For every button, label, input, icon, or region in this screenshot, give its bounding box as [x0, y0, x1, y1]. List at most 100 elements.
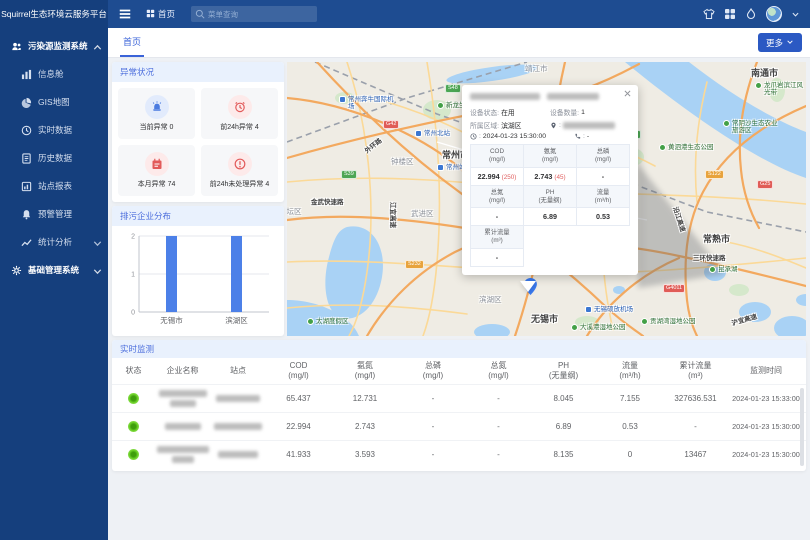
- layout-switch-icon[interactable]: [724, 8, 736, 20]
- bell-icon: [21, 209, 32, 220]
- status-dot-green: [128, 393, 139, 404]
- cell-value: -: [467, 422, 530, 431]
- panel-title-realtime: 实时监测: [112, 340, 806, 358]
- search-input[interactable]: [191, 6, 317, 22]
- chevron-down-icon[interactable]: [791, 10, 800, 19]
- table-row-2[interactable]: 41.9333.593--8.1350134672024-01-23 15:30…: [112, 440, 806, 468]
- cell-value: 2024-01-23 15:30:00: [728, 450, 804, 459]
- redacted-text: [172, 456, 194, 463]
- close-icon[interactable]: [623, 89, 632, 98]
- popup-metrics-table: COD(mg/l)氨氮(mg/l)总磷(mg/l) 22.994 (250)2.…: [470, 144, 630, 267]
- svg-text:0: 0: [131, 310, 135, 317]
- cell-value: 2.743: [331, 422, 399, 431]
- region-label: 所属区域:: [470, 120, 499, 130]
- chevron-down-icon: [786, 38, 794, 48]
- stat-card-0[interactable]: 当前异常 0: [118, 88, 195, 139]
- calendar-icon: [151, 158, 163, 170]
- breadcrumb[interactable]: 首页: [146, 8, 175, 20]
- map-popup: 设备状态:在用 设备数量:1 所属区域:滨湖区 : : 2024-01-23 1…: [462, 85, 638, 275]
- device-count-value: 1: [581, 109, 585, 116]
- column-header: COD(mg/l): [266, 361, 331, 381]
- table-row-0[interactable]: 65.43712.731--8.0457.155327636.5312024-0…: [112, 384, 806, 412]
- sidebar-item-0-5[interactable]: 预警管理: [0, 200, 108, 228]
- bar-chart: 012无锡市滨湖区: [119, 228, 277, 332]
- redacted-text: [157, 446, 209, 453]
- transit-marker-icon: [339, 96, 346, 103]
- pie-icon: [21, 97, 32, 108]
- popup-metric-name: 总氮(mg/l): [471, 185, 524, 208]
- popup-metric-value: -: [471, 249, 524, 267]
- map-poi-park: 黄泗港生态公园: [659, 144, 714, 151]
- park-marker-icon: [709, 266, 716, 273]
- map-poi-transit: 常州奔牛国际机场: [339, 96, 397, 110]
- sidebar-section-1[interactable]: 基础管理系统: [0, 256, 108, 284]
- flame-icon[interactable]: [745, 8, 757, 20]
- tab-bar: 首页 更多: [108, 28, 810, 58]
- column-header: 流量(m³/h): [597, 361, 663, 381]
- doc-icon: [21, 153, 32, 164]
- redacted-text: [470, 93, 540, 100]
- cell-value: 3.593: [331, 450, 399, 459]
- chevu-icon: [92, 42, 103, 53]
- bar-滨湖区: [231, 236, 242, 312]
- status-cell: [112, 393, 155, 404]
- warn-icon: [228, 152, 252, 176]
- table-body: 65.43712.731--8.0457.155327636.5312024-0…: [112, 384, 806, 468]
- popup-metric-value: 2.743 (45): [524, 167, 577, 185]
- home-grid-icon: [146, 9, 155, 20]
- table-scrollbar[interactable]: [800, 388, 804, 466]
- site-name-redacted: [210, 423, 266, 430]
- redacted-text: [547, 93, 599, 100]
- theme-skin-icon[interactable]: [703, 8, 715, 20]
- table-row-1[interactable]: 22.9942.743--6.890.53-2024-01-23 15:30:0…: [112, 412, 806, 440]
- svg-text:滨湖区: 滨湖区: [225, 315, 248, 325]
- site-name-redacted: [210, 451, 266, 458]
- chevd-icon: [791, 10, 800, 19]
- column-header: 企业名称: [155, 366, 210, 376]
- warn-icon: [234, 158, 246, 170]
- status-cell: [112, 421, 155, 432]
- transit-marker-icon: [437, 164, 444, 171]
- status-cell: [112, 449, 155, 460]
- more-button[interactable]: 更多: [758, 33, 802, 52]
- stat-cards: 当前异常 0前24h异常 4本月异常 74前24h未处理异常 4: [112, 82, 284, 202]
- cell-value: 22.994: [266, 422, 331, 431]
- map-poi-transit: 无锡硕放机场: [585, 306, 633, 313]
- gis-map[interactable]: 常州市无锡市南通市常熟市钟楼区武进区滨湖区金坛区靖江市金武快速路三环快速路沪宜高…: [287, 62, 806, 336]
- stat-card-1[interactable]: 前24h异常 4: [201, 88, 278, 139]
- group-icon: [11, 41, 22, 52]
- sidebar-item-0-2[interactable]: 实时数据: [0, 116, 108, 144]
- enterprise-name-redacted: [155, 423, 210, 430]
- map-poi-park: 龙爪岩滨江风光带: [755, 82, 806, 96]
- header-actions: [703, 6, 810, 22]
- road-shield: G42: [383, 120, 399, 129]
- redacted-text: [216, 395, 260, 402]
- sidebar-nav: 污染源监测系统信息舱GIS地图实时数据历史数据站点报表预警管理统计分析基础管理系…: [0, 28, 108, 540]
- column-header: 监测时间: [728, 366, 804, 376]
- popup-metric-value: 6.89: [524, 208, 577, 226]
- menu-search: [191, 6, 317, 22]
- bar-无锡市: [166, 236, 177, 312]
- phone-icon: [574, 133, 581, 140]
- sidebar-item-0-6[interactable]: 统计分析: [0, 228, 108, 256]
- top-header: Squirrel生态环境云服务平台 首页: [0, 0, 810, 28]
- sidebar-item-0-3[interactable]: 历史数据: [0, 144, 108, 172]
- stat-card-2[interactable]: 本月异常 74: [118, 145, 195, 196]
- distribution-chart-panel: 排污企业分布 012无锡市滨湖区: [112, 206, 284, 336]
- cell-value: 8.135: [530, 450, 597, 459]
- sidebar-item-0-0[interactable]: 信息舱: [0, 60, 108, 88]
- stat-card-3[interactable]: 前24h未处理异常 4: [201, 145, 278, 196]
- cell-value: 13467: [663, 450, 728, 459]
- sidebar-section-0[interactable]: 污染源监测系统: [0, 32, 108, 60]
- location-pin-icon: [550, 122, 557, 129]
- cell-value: 2024-01-23 15:33:00: [728, 394, 804, 403]
- hamburger-menu-icon[interactable]: [118, 7, 132, 21]
- avatar[interactable]: [766, 6, 782, 22]
- sidebar-item-0-4[interactable]: 站点报表: [0, 172, 108, 200]
- phone-icon: [574, 133, 581, 140]
- map-poi-park: 大溪港湿地公园: [571, 324, 626, 331]
- road-shield: G25: [757, 180, 773, 189]
- sidebar-item-0-1[interactable]: GIS地图: [0, 88, 108, 116]
- park-marker-icon: [723, 120, 730, 127]
- tab-home[interactable]: 首页: [120, 28, 144, 57]
